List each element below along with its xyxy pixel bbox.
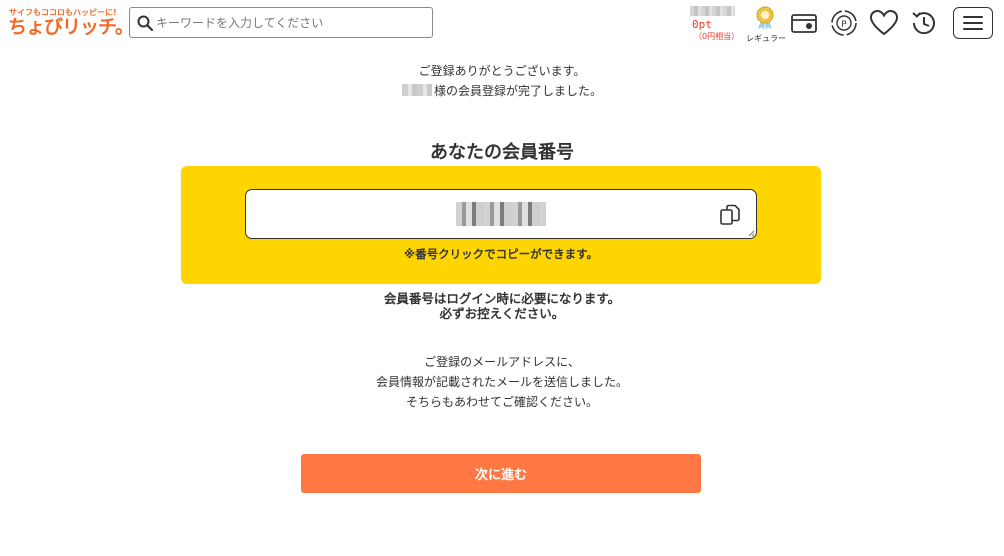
thanks-line-2-text: 様の会員登録が完了しました。 <box>433 84 602 98</box>
points-display[interactable]: 0pt （0円相当） <box>690 6 740 41</box>
member-number-notice: 会員番号はログイン時に必要になります。 必ずお控えください。 <box>0 291 1004 321</box>
site-logo[interactable]: サイフもココロもハッピーに! ちょびリッチ。 <box>8 7 134 38</box>
rank-badge[interactable]: レギュラー <box>744 6 788 43</box>
logo-brand: ちょびリッチ。 <box>8 16 134 38</box>
masked-member-number <box>456 202 546 226</box>
mail-line-1: ご登録のメールアドレスに、 <box>424 355 580 369</box>
member-number-panel: ※番号クリックでコピーができます。 <box>181 166 821 284</box>
history-icon[interactable] <box>909 8 939 38</box>
copy-note: ※番号クリックでコピーができます。 <box>403 247 599 261</box>
rank-medal-icon <box>756 6 774 30</box>
search-box <box>129 7 433 38</box>
thanks-line-2: 様の会員登録が完了しました。 <box>0 81 1004 101</box>
notice-line-2: 必ずお控えください。 <box>439 306 565 321</box>
search-icon[interactable] <box>136 14 154 32</box>
points-yen-equivalent: （0円相当） <box>694 32 740 41</box>
member-number-field[interactable] <box>245 189 757 239</box>
point-exchange-icon[interactable]: P <box>829 8 859 38</box>
hamburger-menu-icon <box>963 16 983 18</box>
notice-line-1: 会員番号はログイン時に必要になります。 <box>383 291 621 306</box>
mail-line-3: そちらもあわせてご確認ください。 <box>405 395 598 409</box>
svg-text:P: P <box>841 20 847 30</box>
member-number-heading: あなたの会員番号 <box>430 142 574 163</box>
hamburger-menu-button[interactable] <box>953 7 993 39</box>
header: サイフもココロもハッピーに! ちょびリッチ。 0pt （0円相当） レギュラー … <box>0 0 1004 46</box>
passbook-icon[interactable] <box>789 8 819 38</box>
favorite-heart-icon[interactable] <box>869 8 899 38</box>
mail-line-2: 会員情報が記載されたメールを送信しました。 <box>375 375 628 389</box>
copy-icon[interactable] <box>718 203 742 227</box>
registration-thanks: ご登録ありがとうございます。 様の会員登録が完了しました。 <box>0 61 1004 101</box>
thanks-line-1: ご登録ありがとうございます。 <box>418 64 586 78</box>
rank-label: レギュラー <box>746 34 786 43</box>
resize-handle-icon[interactable] <box>748 230 755 237</box>
mail-sent-notice: ご登録のメールアドレスに、 会員情報が記載されたメールを送信しました。 そちらも… <box>0 352 1004 412</box>
points-value: 0pt <box>692 18 712 31</box>
masked-username <box>690 6 735 16</box>
next-button[interactable]: 次に進む <box>301 454 701 493</box>
search-input[interactable] <box>156 12 426 34</box>
masked-user-name <box>401 84 432 96</box>
